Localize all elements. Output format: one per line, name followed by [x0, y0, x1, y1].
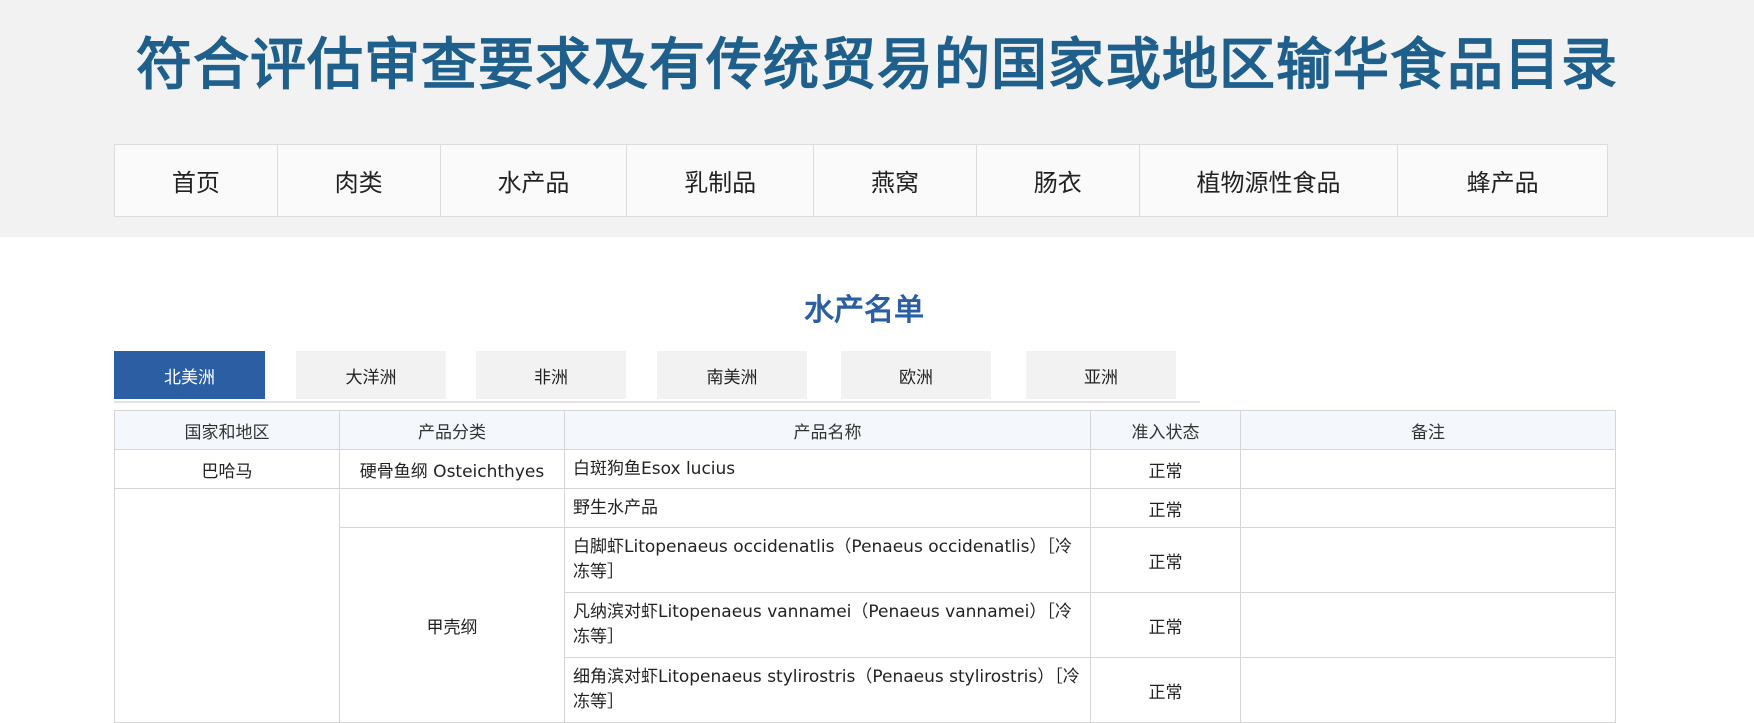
nav-item-aquatic[interactable]: 水产品	[441, 145, 628, 216]
col-header-country: 国家和地区	[114, 410, 340, 450]
nav-item-birds-nest[interactable]: 燕窝	[814, 145, 977, 216]
tab-asia[interactable]: 亚洲	[1026, 351, 1176, 399]
nav-item-meat[interactable]: 肉类	[278, 145, 441, 216]
main-nav: 首页 肉类 水产品 乳制品 燕窝 肠衣 植物源性食品 蜂产品	[114, 144, 1608, 217]
cell-country: 巴哈马	[114, 449, 340, 489]
cell-category	[339, 488, 565, 528]
nav-item-dairy[interactable]: 乳制品	[627, 145, 815, 216]
tab-oceania[interactable]: 大洋洲	[296, 351, 446, 399]
table-row: 野生水产品 正常	[114, 488, 1616, 723]
cell-product: 野生水产品	[564, 488, 1091, 528]
nav-item-plant-food[interactable]: 植物源性食品	[1140, 145, 1399, 216]
tab-europe[interactable]: 欧洲	[841, 351, 991, 399]
site-title: 符合评估审查要求及有传统贸易的国家或地区输华食品目录	[136, 32, 1618, 98]
cell-product: 白斑狗鱼Esox lucius	[564, 449, 1091, 489]
tab-north-america[interactable]: 北美洲	[114, 351, 265, 399]
nav-item-home[interactable]: 首页	[115, 145, 278, 216]
table-header-row: 国家和地区 产品分类 产品名称 准入状态 备注	[114, 410, 1616, 450]
continent-tabs: 北美洲 大洋洲 非洲 南美洲 欧洲 亚洲	[114, 351, 1200, 403]
cell-note	[1240, 488, 1616, 528]
table-row: 巴哈马 硬骨鱼纲 Osteichthyes 白斑狗鱼Esox lucius 正常	[114, 449, 1616, 489]
cell-note	[1240, 449, 1616, 489]
nav-item-bee-products[interactable]: 蜂产品	[1398, 145, 1607, 216]
cell-category: 甲壳纲	[339, 527, 565, 723]
cell-status: 正常	[1090, 592, 1241, 658]
col-header-status: 准入状态	[1090, 410, 1241, 450]
cell-note	[1240, 527, 1616, 593]
col-header-note: 备注	[1240, 410, 1616, 450]
cell-category: 硬骨鱼纲 Osteichthyes	[339, 449, 565, 489]
site-header: 符合评估审查要求及有传统贸易的国家或地区输华食品目录 首页 肉类 水产品 乳制品…	[0, 0, 1754, 237]
tab-africa[interactable]: 非洲	[476, 351, 626, 399]
table-row: 甲壳纲 白脚虾Litopenaeus occidenatlis（Penaeus …	[115, 527, 1616, 723]
col-header-product: 产品名称	[564, 410, 1091, 450]
cell-note	[1240, 657, 1616, 723]
cell-note	[1240, 592, 1616, 658]
cell-status: 正常	[1090, 449, 1241, 489]
cell-product: 凡纳滨对虾Litopenaeus vannamei（Penaeus vannam…	[564, 592, 1091, 658]
col-header-category: 产品分类	[339, 410, 565, 450]
cell-country	[114, 488, 340, 723]
cell-status: 正常	[1090, 527, 1241, 593]
section-title: 水产名单	[804, 293, 924, 328]
nav-item-casings[interactable]: 肠衣	[977, 145, 1140, 216]
product-table: 国家和地区 产品分类 产品名称 准入状态 备注 巴哈马 硬骨鱼纲 Osteich…	[114, 410, 1616, 723]
cell-status: 正常	[1090, 657, 1241, 723]
tab-south-america[interactable]: 南美洲	[657, 351, 807, 399]
cell-status: 正常	[1090, 488, 1241, 528]
cell-product: 细角滨对虾Litopenaeus stylirostris（Penaeus st…	[564, 657, 1091, 723]
cell-product: 白脚虾Litopenaeus occidenatlis（Penaeus occi…	[564, 527, 1091, 593]
